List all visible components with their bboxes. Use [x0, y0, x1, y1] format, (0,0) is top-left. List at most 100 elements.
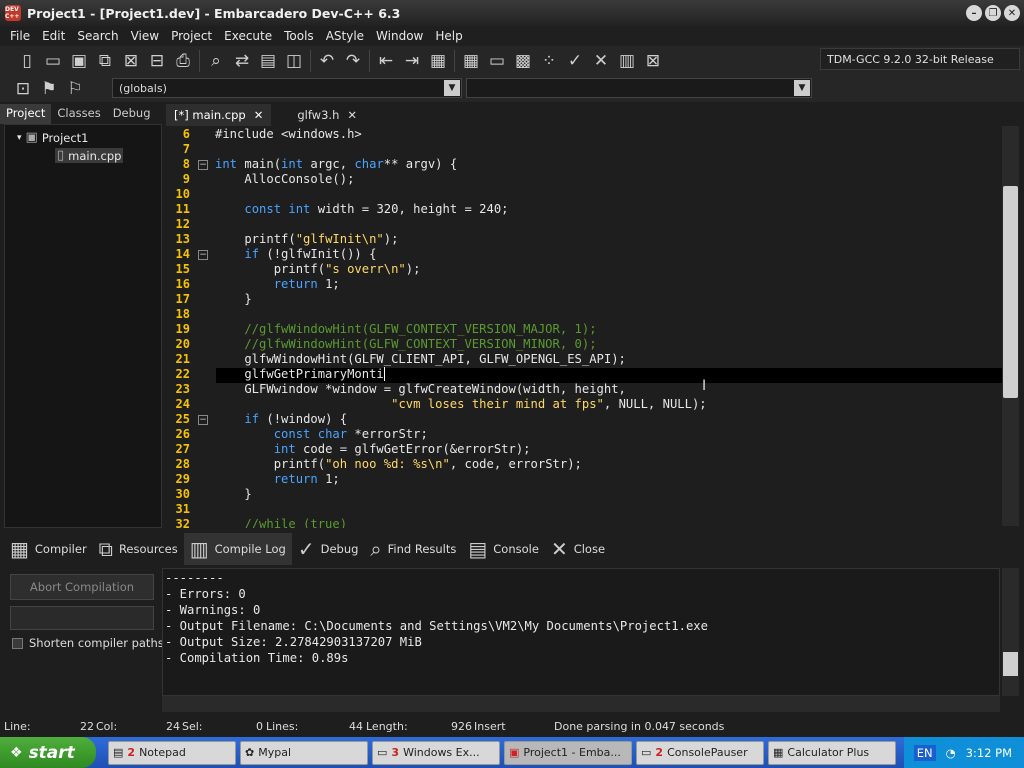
line-number: 24: [175, 397, 190, 411]
chevron-down-icon[interactable]: ▼: [794, 80, 810, 96]
line-number: 21: [175, 352, 190, 366]
close-tab-icon[interactable]: ✕: [254, 108, 264, 122]
goto-icon[interactable]: ⇤: [373, 49, 399, 73]
task-notepad[interactable]: ▤ 2 Notepad: [108, 740, 236, 765]
close-window-button[interactable]: ✕: [1004, 5, 1020, 21]
tab-project[interactable]: Project: [0, 104, 52, 124]
insert-icon[interactable]: ⊡: [10, 77, 36, 101]
task-calculator[interactable]: ▦ Calculator Plus: [768, 740, 896, 765]
shorten-paths-checkbox[interactable]: Shorten compiler paths: [12, 636, 164, 650]
log-vertical-scrollbar[interactable]: [1002, 568, 1019, 696]
code-line: if (!window) {: [244, 412, 348, 426]
menu-project[interactable]: Project: [165, 29, 218, 43]
menu-window[interactable]: Window: [370, 29, 429, 43]
menu-search[interactable]: Search: [71, 29, 124, 43]
log-line: - Compilation Time: 0.89s: [165, 651, 349, 665]
close-all-icon[interactable]: ⊟: [144, 49, 170, 73]
tray-app-icon[interactable]: ◔: [946, 746, 956, 760]
check-syntax-icon[interactable]: ✓: [562, 49, 588, 73]
tab-classes[interactable]: Classes: [51, 104, 106, 124]
tab-resources[interactable]: ⧉ Resources: [93, 533, 184, 565]
menu-file[interactable]: File: [4, 29, 36, 43]
maximize-button[interactable]: ❐: [985, 5, 1001, 21]
menu-view[interactable]: View: [125, 29, 165, 43]
menu-tools[interactable]: Tools: [278, 29, 320, 43]
menu-execute[interactable]: Execute: [218, 29, 278, 43]
console-icon: ▤: [468, 537, 488, 561]
redo-icon[interactable]: ↷: [340, 49, 366, 73]
comment-icon[interactable]: ▤: [255, 49, 281, 73]
tab-find-results[interactable]: ⌕ Find Results: [364, 533, 462, 565]
print-icon[interactable]: ⎙: [170, 49, 196, 73]
tree-project-node[interactable]: ▾ ▣ Project1: [17, 130, 89, 145]
goto-bookmark-icon[interactable]: ⚐: [62, 77, 88, 101]
new-file-icon[interactable]: ▯: [14, 49, 40, 73]
bookmark-icon[interactable]: ⚑: [36, 77, 62, 101]
tab-debug-panel[interactable]: ✓ Debug: [292, 533, 365, 565]
line-number: 19: [175, 322, 190, 336]
delete-profile-icon[interactable]: ⊠: [640, 49, 666, 73]
chevron-down-icon[interactable]: ▼: [444, 80, 460, 96]
mypal-icon: ✿: [245, 746, 255, 759]
stop-icon[interactable]: ✕: [588, 49, 614, 73]
tab-debug[interactable]: Debug: [107, 104, 157, 124]
line-number: 7: [182, 142, 190, 156]
task-devcpp[interactable]: ▣ Project1 - Emba...: [504, 740, 632, 765]
log-horizontal-scrollbar[interactable]: [162, 696, 1000, 712]
compiler-select[interactable]: TDM-GCC 9.2.0 32-bit Release: [820, 48, 1020, 70]
compile-icon[interactable]: ▦: [458, 49, 484, 73]
function-select[interactable]: ▼: [466, 78, 812, 98]
line-number: 15: [175, 262, 190, 276]
profile-chart-icon[interactable]: ▥: [614, 49, 640, 73]
code-line: //while (true): [215, 517, 348, 528]
close-tab-icon[interactable]: ✕: [347, 108, 357, 122]
fold-toggle-icon[interactable]: −: [198, 415, 208, 425]
menu-astyle[interactable]: AStyle: [320, 29, 370, 43]
collapse-icon[interactable]: ▾: [17, 133, 22, 143]
abort-compilation-button[interactable]: Abort Compilation: [10, 574, 154, 600]
compile-run-icon[interactable]: ▩: [510, 49, 536, 73]
fold-toggle-icon[interactable]: −: [198, 250, 208, 260]
run-icon[interactable]: ▭: [484, 49, 510, 73]
replace-icon[interactable]: ⇄: [229, 49, 255, 73]
status-length: 926: [451, 719, 472, 733]
scope-select[interactable]: (globals) ▼: [112, 78, 462, 98]
checkbox-icon[interactable]: [12, 637, 23, 649]
toggle-panel-icon[interactable]: ◫: [281, 49, 307, 73]
minimize-button[interactable]: –: [966, 5, 982, 21]
code-editor[interactable]: 6 7 8 9 10 11 12 13 14 15 16 17 18 19 20…: [166, 126, 1002, 528]
save-all-icon[interactable]: ⧉: [92, 49, 118, 73]
close-file-icon[interactable]: ⊠: [118, 49, 144, 73]
task-windows-explorer[interactable]: ▭ 3 Windows Ex...: [372, 740, 500, 765]
find-icon[interactable]: ⌕: [203, 49, 229, 73]
tab-glfw3-h[interactable]: glfw3.h ✕: [289, 104, 365, 126]
tab-console[interactable]: ▤ Console: [462, 533, 545, 565]
tab-compile-log[interactable]: ▥ Compile Log: [183, 533, 292, 565]
line-number: 31: [175, 502, 190, 516]
task-mypal[interactable]: ✿ Mypal: [240, 740, 368, 765]
menu-help[interactable]: Help: [429, 29, 468, 43]
start-button[interactable]: ❖ start: [0, 737, 96, 768]
line-number: 10: [175, 187, 190, 201]
close-panel-button[interactable]: ✕ Close: [545, 533, 611, 565]
clock[interactable]: 3:12 PM: [966, 746, 1012, 760]
undo-icon[interactable]: ↶: [314, 49, 340, 73]
log-scroll-thumb[interactable]: [1003, 652, 1018, 676]
task-consolepauser[interactable]: ▭ 2 ConsolePauser: [636, 740, 764, 765]
open-folder-icon[interactable]: ▭: [40, 49, 66, 73]
code-line: printf("s overr\n");: [215, 262, 421, 276]
language-indicator[interactable]: EN: [913, 744, 936, 761]
editor-scroll-thumb[interactable]: [1003, 186, 1018, 398]
rebuild-icon[interactable]: ⁘: [536, 49, 562, 73]
tab-main-cpp[interactable]: [*] main.cpp ✕: [166, 104, 272, 126]
window-title: Project1 - [Project1.dev] - Embarcadero …: [27, 5, 401, 21]
tab-compiler[interactable]: ▦ Compiler: [4, 533, 93, 565]
menu-edit[interactable]: Edit: [36, 29, 71, 43]
tree-file-node[interactable]: ▯ main.cpp: [55, 148, 124, 163]
bookmark-toggle-icon[interactable]: ▦: [425, 49, 451, 73]
code-line: printf("glfwInit\n");: [215, 232, 399, 246]
compile-log-output[interactable]: -------- - Errors: 0 - Warnings: 0 - Out…: [162, 568, 1000, 696]
save-icon[interactable]: ▣: [66, 49, 92, 73]
fold-toggle-icon[interactable]: −: [198, 160, 208, 170]
goto-line-icon[interactable]: ⇥: [399, 49, 425, 73]
